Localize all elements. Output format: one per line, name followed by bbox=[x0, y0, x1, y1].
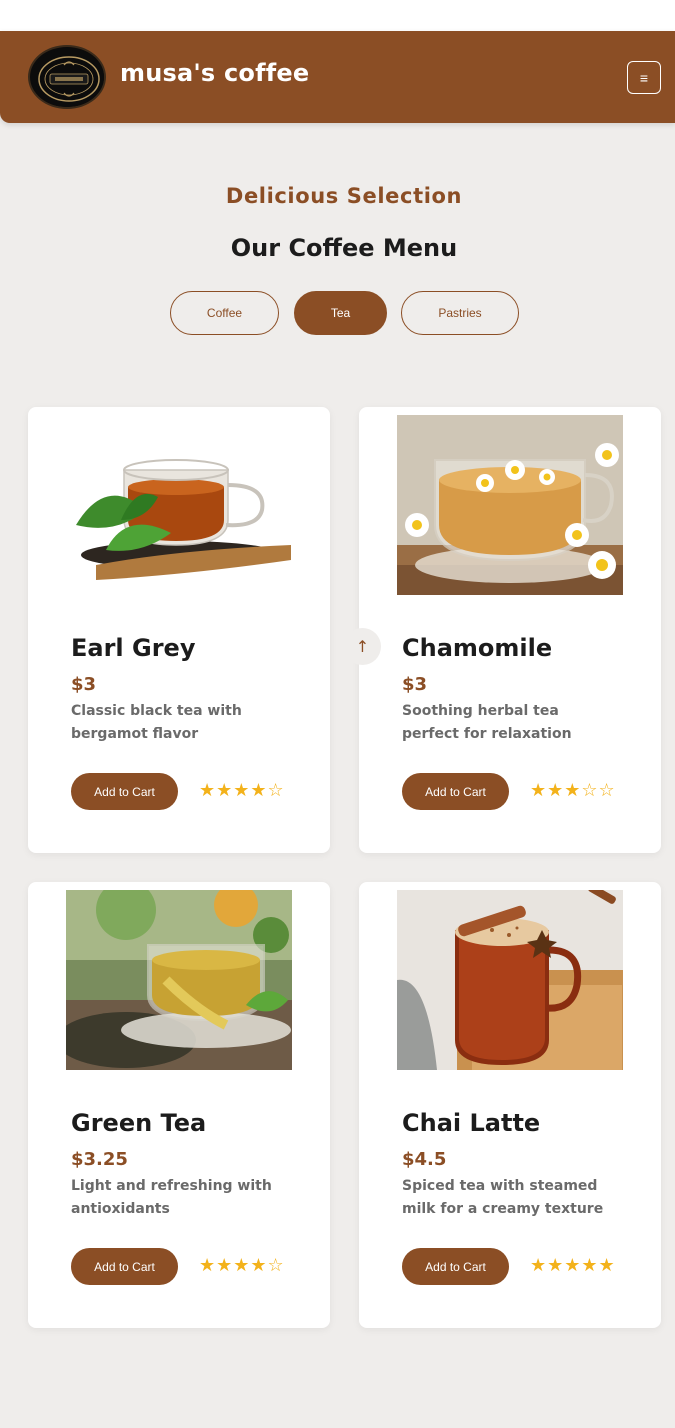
add-to-cart-button[interactable]: Add to Cart bbox=[402, 773, 509, 810]
item-description: Spiced tea with steamed milk for a cream… bbox=[402, 1178, 604, 1217]
earl-grey-image bbox=[66, 415, 292, 595]
section-title: Our Coffee Menu bbox=[230, 234, 458, 262]
add-to-cart-button[interactable]: Add to Cart bbox=[71, 773, 178, 810]
hamburger-icon[interactable]: ≡ bbox=[627, 61, 661, 94]
section-subtitle: Delicious Selection bbox=[225, 184, 463, 208]
item-price: $4.5 bbox=[402, 1149, 447, 1170]
star-rating: ★★★★☆ bbox=[199, 1255, 285, 1276]
item-name: Green Tea bbox=[71, 1109, 207, 1137]
tab-tea[interactable]: Tea bbox=[294, 291, 387, 335]
item-description: Soothing herbal tea perfect for relaxati… bbox=[402, 703, 572, 742]
coffee-logo-icon[interactable] bbox=[28, 45, 106, 109]
menu-card-green-tea: Green Tea $3.25 Light and refreshing wit… bbox=[28, 882, 330, 1328]
site-header: musa's coffee ≡ bbox=[0, 31, 675, 123]
item-name: Chai Latte bbox=[402, 1109, 541, 1137]
item-description: Light and refreshing with antioxidants bbox=[71, 1178, 272, 1217]
item-price: $3 bbox=[71, 674, 97, 695]
top-strip bbox=[0, 0, 675, 31]
chamomile-image bbox=[397, 415, 623, 595]
item-name: Chamomile bbox=[402, 634, 553, 662]
tab-coffee[interactable]: Coffee bbox=[170, 291, 279, 335]
arrow-up-icon[interactable]: ↑ bbox=[344, 628, 381, 665]
item-description: Classic black tea with bergamot flavor bbox=[71, 703, 242, 742]
item-name: Earl Grey bbox=[71, 634, 196, 662]
green-tea-image bbox=[66, 890, 292, 1070]
menu-card-chamomile: Chamomile $3 Soothing herbal tea perfect… bbox=[359, 407, 661, 853]
menu-card-chai-latte: Chai Latte $4.5 Spiced tea with steamed … bbox=[359, 882, 661, 1328]
menu-card-earl-grey: Earl Grey $3 Classic black tea with berg… bbox=[28, 407, 330, 853]
add-to-cart-button[interactable]: Add to Cart bbox=[402, 1248, 509, 1285]
star-rating: ★★★★★ bbox=[530, 1255, 616, 1276]
chai-latte-image bbox=[397, 890, 623, 1070]
brand-name[interactable]: musa's coffee bbox=[120, 59, 309, 87]
item-price: $3 bbox=[402, 674, 428, 695]
item-price: $3.25 bbox=[71, 1149, 128, 1170]
star-rating: ★★★☆☆ bbox=[530, 780, 616, 801]
add-to-cart-button[interactable]: Add to Cart bbox=[71, 1248, 178, 1285]
star-rating: ★★★★☆ bbox=[199, 780, 285, 801]
tab-pastries[interactable]: Pastries bbox=[401, 291, 519, 335]
